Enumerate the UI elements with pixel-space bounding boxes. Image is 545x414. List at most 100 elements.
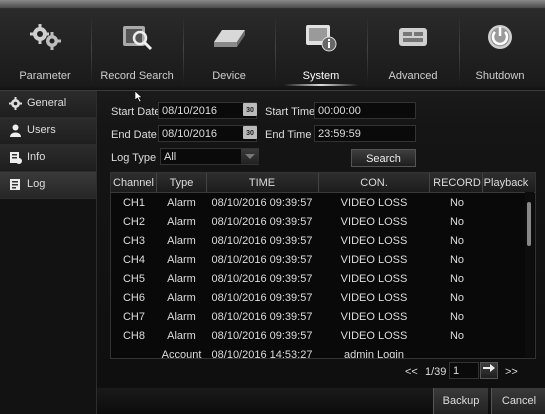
dvr-window: Parameter Record Search Device System Ad… (0, 0, 545, 414)
backup-button[interactable]: Backup (433, 388, 488, 414)
info-icon (10, 152, 22, 164)
header-divider (429, 173, 430, 192)
cell-type: Alarm (167, 235, 196, 247)
cell-channel: CH3 (122, 235, 145, 247)
column-header-con: CON. (360, 177, 388, 189)
cell-con: VIDEO LOSS (340, 292, 408, 304)
search-button[interactable]: Search (351, 149, 416, 167)
calendar-day-text: 30 (246, 107, 254, 114)
table-row[interactable]: CH2 Alarm 08/10/2016 09:39:57 VIDEO LOSS… (111, 213, 525, 232)
cell-time: 08/10/2016 09:39:57 (211, 235, 313, 247)
gear-icon (9, 97, 22, 110)
next-page-button[interactable]: >> (505, 366, 518, 378)
sidebar-item-label: Users (27, 124, 56, 136)
tab-parameter-label: Parameter (19, 70, 71, 82)
table-row[interactable]: CH7 Alarm 08/10/2016 09:39:57 VIDEO LOSS… (111, 308, 525, 327)
sidebar-item-general[interactable]: General (0, 91, 96, 118)
cell-record: No (449, 311, 465, 323)
table-row[interactable]: CH6 Alarm 08/10/2016 09:39:57 VIDEO LOSS… (111, 289, 525, 308)
cell-time: 08/10/2016 09:39:57 (211, 292, 313, 304)
record-search-icon (123, 26, 153, 51)
log-icon (10, 179, 20, 190)
arrow-right-icon (483, 364, 495, 372)
cell-time: 08/10/2016 09:39:57 (211, 216, 313, 228)
column-header-playback: Playback (483, 177, 529, 189)
tab-advanced[interactable]: Advanced (368, 10, 458, 88)
scrollbar-thumb[interactable] (527, 202, 531, 246)
sidebar-item-label: Info (27, 151, 46, 163)
tab-shutdown[interactable]: Shutdown (455, 10, 545, 88)
cell-channel: CH8 (122, 330, 145, 342)
table-row[interactable]: CH5 Alarm 08/10/2016 09:39:57 VIDEO LOSS… (111, 270, 525, 289)
cell-time: 08/10/2016 09:39:57 (211, 330, 313, 342)
cell-record: No (449, 235, 465, 247)
table-row[interactable]: CH1 Alarm 08/10/2016 09:39:57 VIDEO LOSS… (111, 194, 525, 213)
start-time-field[interactable]: 00:00:00 (314, 102, 416, 119)
cell-record: No (449, 273, 465, 285)
start-date-calendar-icon[interactable]: 30 (243, 103, 257, 116)
tab-device-label: Device (212, 70, 246, 82)
title-strip (0, 0, 545, 8)
power-icon (488, 25, 512, 49)
cell-time: 08/10/2016 09:39:57 (211, 311, 313, 323)
tab-advanced-label: Advanced (388, 70, 438, 82)
mouse-cursor-icon (135, 91, 143, 102)
sidebar: General Users Info Log (0, 91, 97, 414)
tab-system-label: System (302, 70, 340, 82)
cell-con: VIDEO LOSS (340, 311, 408, 323)
cell-type: Alarm (167, 273, 196, 285)
cell-con: admin Login (344, 349, 404, 359)
sidebar-item-info[interactable]: Info (0, 145, 96, 172)
end-date-label: End Date (111, 129, 157, 141)
user-icon (10, 124, 21, 137)
start-time-label: Start Time (265, 106, 316, 118)
end-time-field[interactable]: 23:59:59 (314, 125, 416, 142)
sidebar-item-users[interactable]: Users (0, 118, 96, 145)
advanced-icon (399, 28, 427, 46)
end-date-calendar-icon[interactable]: 30 (243, 126, 257, 139)
cancel-button[interactable]: Cancel (491, 388, 545, 414)
sidebar-item-label: General (27, 97, 67, 109)
log-type-label: Log Type (111, 152, 157, 164)
calendar-day-text: 30 (246, 130, 254, 137)
cell-con: VIDEO LOSS (340, 216, 408, 228)
tab-parameter[interactable]: Parameter (0, 10, 90, 88)
cell-channel: CH4 (122, 254, 145, 266)
table-row[interactable]: Account 08/10/2016 14:53:27 admin Login (111, 346, 525, 359)
prev-page-button[interactable]: << (405, 366, 418, 378)
cell-record: No (449, 216, 465, 228)
cell-channel: CH1 (122, 197, 145, 209)
tab-shutdown-label: Shutdown (475, 70, 525, 82)
tab-device[interactable]: Device (184, 10, 274, 88)
cell-time: 08/10/2016 09:39:57 (211, 197, 313, 209)
table-row[interactable]: CH4 Alarm 08/10/2016 09:39:57 VIDEO LOSS… (111, 251, 525, 270)
cell-con: VIDEO LOSS (340, 197, 408, 209)
column-header-type: Type (169, 177, 194, 189)
cell-con: VIDEO LOSS (340, 330, 408, 342)
cell-type: Alarm (167, 197, 196, 209)
tab-system[interactable]: System (276, 10, 366, 88)
column-header-channel: Channel (113, 177, 154, 189)
sidebar-item-log[interactable]: Log (0, 172, 96, 199)
end-time-label: End Time (265, 129, 312, 141)
cell-channel: CH5 (122, 273, 145, 285)
sidebar-item-label: Log (27, 178, 46, 190)
log-table: Channel Type TIME CON. RECORD Playback C… (110, 172, 536, 359)
page-input[interactable]: 1 (449, 362, 479, 379)
cell-channel: CH6 (122, 292, 145, 304)
go-page-button[interactable] (480, 362, 498, 379)
cell-type: Alarm (167, 254, 196, 266)
tab-record-search[interactable]: Record Search (92, 10, 182, 88)
cell-record: No (449, 254, 465, 266)
table-row[interactable]: CH3 Alarm 08/10/2016 09:39:57 VIDEO LOSS… (111, 232, 525, 251)
table-header: Channel Type TIME CON. RECORD Playback (111, 173, 535, 193)
system-info-icon (306, 25, 337, 52)
cell-channel: CH7 (122, 311, 145, 323)
table-row[interactable]: CH8 Alarm 08/10/2016 09:39:57 VIDEO LOSS… (111, 327, 525, 346)
cell-type: Alarm (167, 330, 196, 342)
cell-type: Alarm (167, 311, 196, 323)
column-header-record: RECORD (433, 177, 481, 189)
cell-con: VIDEO LOSS (340, 235, 408, 247)
vertical-scrollbar[interactable] (525, 192, 534, 357)
chevron-down-icon[interactable] (241, 149, 259, 164)
